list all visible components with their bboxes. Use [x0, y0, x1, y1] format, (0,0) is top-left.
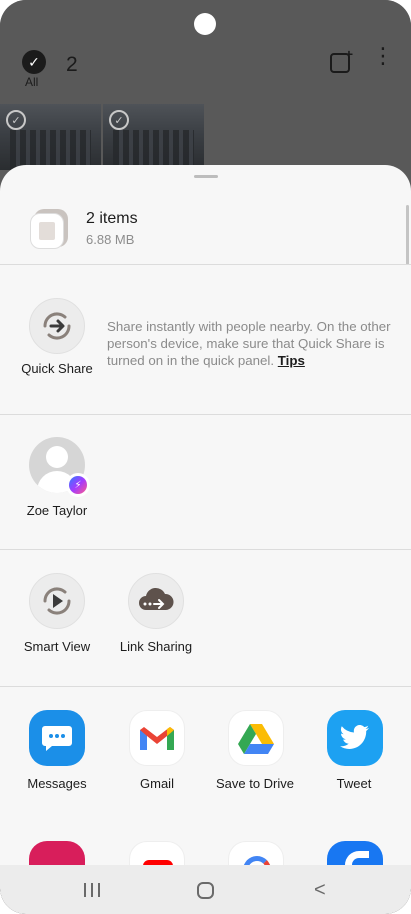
- back-icon[interactable]: <: [314, 879, 326, 902]
- home-icon[interactable]: [197, 882, 214, 899]
- messages-app-icon[interactable]: [29, 710, 85, 766]
- camera-cutout: [194, 13, 216, 35]
- check-icon: ✓: [109, 110, 129, 130]
- link-sharing-label: Link Sharing: [119, 639, 193, 654]
- link-sharing-icon: [139, 587, 174, 610]
- recents-icon[interactable]: [84, 883, 100, 897]
- file-stack-icon: [30, 209, 70, 249]
- create-icon[interactable]: [330, 46, 353, 73]
- more-options-icon[interactable]: ⋮: [372, 45, 394, 67]
- photo-thumbnail[interactable]: ✓: [0, 104, 101, 170]
- share-sheet: 2 items 6.88 MB Quick Share Share instan…: [0, 165, 411, 865]
- tips-link[interactable]: Tips: [278, 353, 305, 368]
- drive-app-icon[interactable]: [228, 710, 284, 766]
- scrollbar[interactable]: [406, 205, 409, 265]
- divider: [0, 686, 411, 687]
- navigation-bar: <: [0, 865, 411, 914]
- divider: [0, 549, 411, 550]
- drag-handle[interactable]: [194, 175, 218, 178]
- quick-share-icon: [43, 312, 71, 340]
- select-all-label: All: [25, 75, 39, 89]
- smart-view-icon: [43, 587, 71, 615]
- smart-view-label: Smart View: [23, 639, 91, 654]
- select-all-checkbox[interactable]: ✓: [22, 50, 46, 74]
- quick-share-label: Quick Share: [21, 361, 93, 376]
- items-size: 6.88 MB: [86, 232, 135, 247]
- gmail-label: Gmail: [140, 776, 174, 791]
- facebook-app-icon[interactable]: [327, 841, 383, 865]
- quick-share-description: Share instantly with people nearby. On t…: [107, 318, 391, 369]
- check-icon: ✓: [6, 110, 26, 130]
- quick-share-description-text: Share instantly with people nearby. On t…: [107, 319, 391, 368]
- google-app-icon[interactable]: [228, 841, 284, 865]
- twitter-app-icon[interactable]: [327, 710, 383, 766]
- link-sharing-button[interactable]: [128, 573, 184, 629]
- youtube-app-icon[interactable]: [129, 841, 185, 865]
- divider: [0, 264, 411, 265]
- messenger-icon: ⚡: [66, 473, 90, 497]
- contact-name: Zoe Taylor: [26, 503, 88, 518]
- app-icon-partial[interactable]: [29, 841, 85, 865]
- smart-view-button[interactable]: [29, 573, 85, 629]
- phone-screen: ✓ All 2 ⋮ ✓ ✓ 2 items 6.88 MB Quick Shar…: [0, 0, 411, 914]
- tweet-label: Tweet: [336, 776, 372, 791]
- messages-label: Messages: [27, 776, 87, 791]
- quick-share-button[interactable]: [29, 298, 85, 354]
- selected-count: 2: [66, 53, 78, 76]
- gmail-app-icon[interactable]: [129, 710, 185, 766]
- divider: [0, 414, 411, 415]
- save-to-drive-label: Save to Drive: [215, 776, 295, 791]
- items-count-title: 2 items: [86, 210, 138, 227]
- photo-thumbnail[interactable]: ✓: [103, 104, 204, 170]
